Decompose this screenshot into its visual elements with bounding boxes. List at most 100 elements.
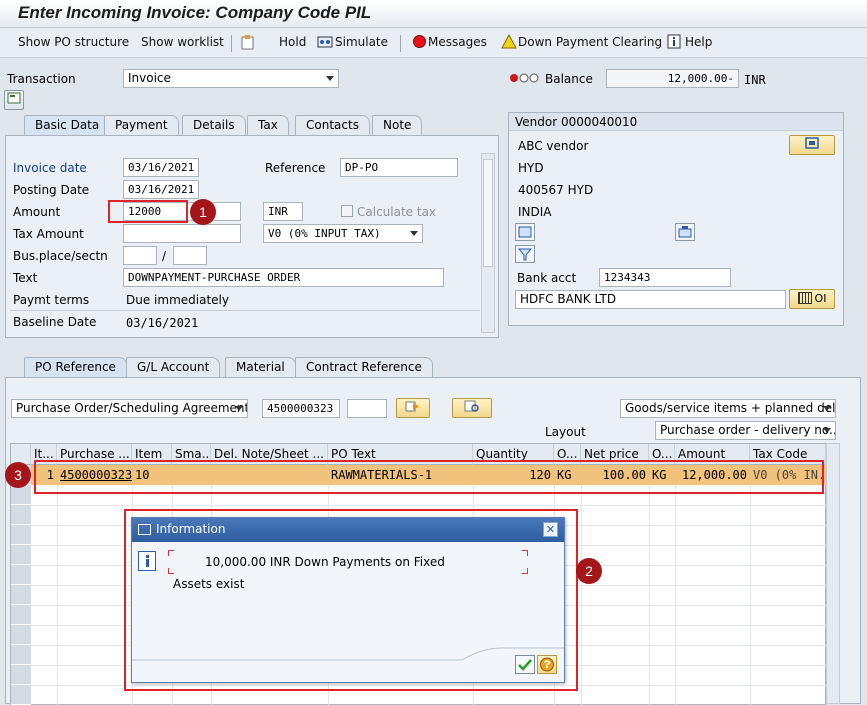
tab-basic-data[interactable]: Basic Data bbox=[24, 115, 111, 135]
currency-field[interactable]: INR bbox=[263, 202, 303, 221]
vendor-display-button[interactable] bbox=[789, 135, 835, 155]
vendor-name: ABC vendor bbox=[518, 139, 589, 153]
tab-po-reference[interactable]: PO Reference bbox=[24, 357, 127, 377]
balance-status-icon bbox=[509, 72, 539, 87]
tab-note[interactable]: Note bbox=[372, 115, 423, 135]
vendor-postal: 400567 HYD bbox=[518, 183, 594, 197]
open-items-icon bbox=[797, 292, 812, 304]
calculate-tax-label: Calculate tax bbox=[357, 205, 437, 219]
amount-label: Amount bbox=[13, 205, 61, 219]
title-bar: Enter Incoming Invoice: Company Code PIL bbox=[0, 0, 867, 28]
tab-contract-reference[interactable]: Contract Reference bbox=[295, 357, 433, 377]
chevron-down-icon bbox=[823, 428, 831, 433]
transfer-arrow-button[interactable] bbox=[396, 398, 430, 418]
tab-payment[interactable]: Payment bbox=[104, 115, 179, 135]
balance-label: Balance bbox=[545, 72, 593, 86]
layout-select[interactable]: Purchase order - delivery no... bbox=[655, 421, 836, 440]
annotation-badge-2: 2 bbox=[576, 558, 602, 584]
annotation-box-po-row bbox=[34, 460, 824, 494]
messages-button[interactable]: Messages bbox=[428, 35, 487, 49]
goods-service-select[interactable]: Goods/service items + planned deli... bbox=[620, 399, 836, 418]
row-selector[interactable] bbox=[11, 625, 31, 645]
balance-currency: INR bbox=[744, 73, 766, 87]
section-field[interactable] bbox=[173, 246, 207, 265]
messages-icon bbox=[412, 34, 427, 52]
chevron-down-icon bbox=[823, 406, 831, 411]
tab-gl-account[interactable]: G/L Account bbox=[126, 357, 221, 377]
simulate-button[interactable]: Simulate bbox=[335, 35, 388, 49]
help-button[interactable]: Help bbox=[685, 35, 712, 49]
row-selector[interactable] bbox=[11, 605, 31, 625]
row-selector[interactable] bbox=[11, 545, 31, 565]
tab-details[interactable]: Details bbox=[182, 115, 246, 135]
row-selector[interactable] bbox=[11, 665, 31, 685]
show-worklist-button[interactable]: Show worklist bbox=[141, 35, 224, 49]
invoice-date-field[interactable]: 03/16/2021 bbox=[123, 158, 199, 177]
invoice-date-label: Invoice date bbox=[13, 161, 87, 175]
show-po-structure-button[interactable]: Show PO structure bbox=[18, 35, 129, 49]
baseline-date-label: Baseline Date bbox=[13, 315, 97, 329]
chevron-down-icon bbox=[235, 406, 243, 411]
bank-acct-field[interactable]: 1234343 bbox=[599, 268, 731, 287]
row-selector[interactable] bbox=[11, 685, 31, 705]
grid-line bbox=[57, 465, 58, 705]
annotation-box-amount bbox=[108, 200, 188, 223]
toolbar-separator bbox=[400, 35, 401, 52]
paymt-terms-label: Paymt terms bbox=[13, 293, 90, 307]
window-title: Enter Incoming Invoice: Company Code PIL bbox=[18, 3, 372, 22]
chevron-down-icon bbox=[410, 231, 418, 236]
help-icon bbox=[667, 34, 681, 52]
row-selector[interactable] bbox=[11, 505, 31, 525]
vendor-filter-icon[interactable] bbox=[515, 245, 535, 263]
bus-place-field[interactable] bbox=[123, 246, 157, 265]
vendor-title: Vendor 0000040010 bbox=[515, 115, 638, 129]
bus-place-label: Bus.place/sectn bbox=[13, 249, 108, 263]
tab-material[interactable]: Material bbox=[225, 357, 296, 377]
tax-code-select[interactable]: V0 (0% INPUT TAX) bbox=[263, 224, 423, 243]
toolbar-separator bbox=[231, 35, 232, 52]
po-item-field[interactable] bbox=[347, 399, 387, 418]
posting-date-field[interactable]: 03/16/2021 bbox=[123, 180, 199, 199]
open-items-button[interactable]: OI bbox=[789, 289, 835, 309]
hold-button[interactable]: Hold bbox=[279, 35, 306, 49]
grid-line bbox=[581, 465, 582, 705]
goods-service-value: Goods/service items + planned deli... bbox=[625, 401, 836, 415]
tax-amount-field[interactable] bbox=[123, 224, 241, 243]
reference-label: Reference bbox=[265, 161, 326, 175]
calculate-tax-checkbox[interactable] bbox=[341, 205, 353, 217]
grid-scrollbar[interactable] bbox=[826, 443, 840, 704]
text-field[interactable]: DOWNPAYMENT-PURCHASE ORDER bbox=[123, 268, 444, 287]
tab-tax[interactable]: Tax bbox=[247, 115, 289, 135]
basic-data-scrollbar[interactable] bbox=[481, 153, 495, 333]
annotation-box-dialog bbox=[124, 509, 578, 691]
bank-acct-label: Bank acct bbox=[517, 271, 577, 285]
row-selector[interactable] bbox=[11, 585, 31, 605]
reference-field[interactable]: DP-PO bbox=[340, 158, 458, 177]
annotation-badge-1: 1 bbox=[190, 199, 216, 225]
row-selector[interactable] bbox=[11, 525, 31, 545]
warning-icon bbox=[501, 33, 517, 52]
clipboard-icon[interactable] bbox=[240, 34, 255, 53]
text-label: Text bbox=[13, 271, 38, 285]
transaction-value: Invoice bbox=[128, 71, 171, 85]
bank-name-field[interactable]: HDFC BANK LTD bbox=[515, 290, 786, 309]
grid-line bbox=[750, 465, 751, 705]
tab-contacts[interactable]: Contacts bbox=[295, 115, 370, 135]
chevron-down-icon bbox=[326, 76, 334, 81]
down-payment-clearing-button[interactable]: Down Payment Clearing bbox=[518, 35, 662, 49]
paymt-terms-value: Due immediately bbox=[126, 293, 229, 307]
tax-amount-label: Tax Amount bbox=[13, 227, 84, 241]
vendor-country: INDIA bbox=[518, 205, 552, 219]
search-po-button[interactable] bbox=[452, 398, 492, 418]
doc-type-select[interactable]: Purchase Order/Scheduling Agreement bbox=[11, 399, 248, 418]
row-selector[interactable] bbox=[11, 485, 31, 505]
scrollbar-thumb[interactable] bbox=[483, 159, 493, 267]
row-selector[interactable] bbox=[11, 565, 31, 585]
layout-toggle-icon[interactable] bbox=[4, 90, 24, 110]
vendor-bank-icon[interactable] bbox=[675, 223, 695, 241]
balance-field: 12,000.00- bbox=[606, 69, 739, 88]
row-selector[interactable] bbox=[11, 645, 31, 665]
transaction-select[interactable]: Invoice bbox=[123, 69, 339, 88]
vendor-details-icon[interactable] bbox=[515, 223, 535, 241]
po-number-field[interactable]: 4500000323 bbox=[262, 399, 340, 418]
